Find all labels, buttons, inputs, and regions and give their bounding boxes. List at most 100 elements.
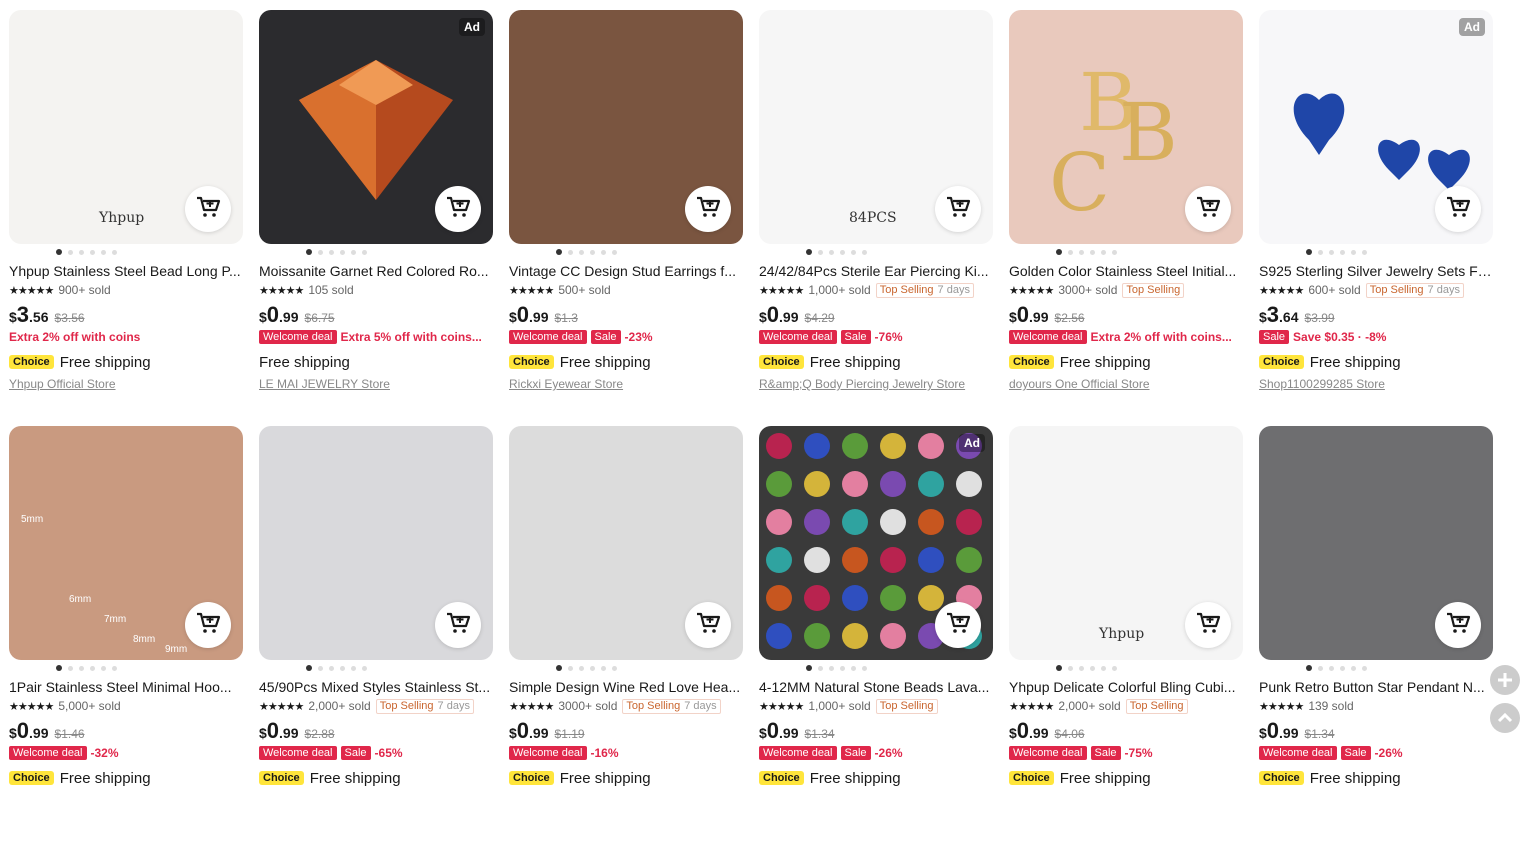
product-image[interactable] (259, 426, 493, 660)
plus-icon (1498, 673, 1512, 687)
back-to-top-button[interactable] (1490, 703, 1520, 733)
product-title[interactable]: S925 Sterling Silver Jewelry Sets Fo... (1259, 262, 1493, 280)
product-image[interactable] (509, 426, 743, 660)
add-float-button[interactable] (1490, 665, 1520, 695)
product-card[interactable]: Yhpup Yhpup Stainless Steel Bead Long P..… (9, 10, 243, 426)
sold-count: 1,000+ sold (808, 283, 871, 297)
sale-badge: Sale (1259, 330, 1290, 344)
price-row: $0.99 $4.29 (759, 302, 835, 327)
product-image[interactable]: Ad (1259, 10, 1493, 244)
product-title[interactable]: Yhpup Delicate Colorful Bling Cubi... (1009, 678, 1243, 696)
price-integer: 0 (1266, 718, 1280, 743)
cart-icon (195, 610, 221, 641)
product-title[interactable]: Vintage CC Design Stud Earrings f... (509, 262, 743, 280)
top-selling-badge: Top Selling (875, 698, 938, 714)
product-card[interactable]: B B C Golden Color Stainless Steel Initial.… (1009, 10, 1243, 426)
promo-text: Extra 2% off with coins... (1090, 330, 1232, 344)
shipping-text: Free shipping (1309, 769, 1401, 787)
add-to-cart-button[interactable] (435, 602, 481, 648)
add-to-cart-button[interactable] (935, 602, 981, 648)
top-selling-badge: Top Selling (1122, 282, 1185, 298)
store-link[interactable]: Shop1100299285 Store (1259, 377, 1493, 391)
promo-row: Welcome deal Sale -76% (759, 328, 993, 346)
product-title[interactable]: Simple Design Wine Red Love Hea... (509, 678, 743, 696)
price-integer: 0 (516, 718, 530, 743)
rating-row: ★★★★★ 105 sold (259, 282, 493, 298)
product-title[interactable]: 45/90Pcs Mixed Styles Stainless St... (259, 678, 493, 696)
product-title[interactable]: 4-12MM Natural Stone Beads Lava... (759, 678, 993, 696)
rating-row: ★★★★★ 900+ sold (9, 282, 243, 298)
sale-badge: Sale (590, 330, 621, 344)
price-cents: .99 (779, 309, 799, 325)
star-rating-icon: ★★★★★ (759, 700, 804, 713)
product-title[interactable]: Golden Color Stainless Steel Initial... (1009, 262, 1243, 280)
choice-badge: Choice (1009, 355, 1054, 369)
product-card[interactable]: 84PCS 24/42/84Pcs Sterile Ear Piercing Ki… (759, 10, 993, 426)
add-to-cart-button[interactable] (1435, 186, 1481, 232)
price-row: $0.99 $4.06 (1009, 718, 1085, 743)
shipping-text: Free shipping (1309, 353, 1401, 371)
promo-text: -76% (874, 330, 903, 344)
sold-count: 900+ sold (58, 283, 111, 297)
promo-text: Save $0.35 · -8% (1293, 330, 1387, 344)
add-to-cart-button[interactable] (435, 186, 481, 232)
add-to-cart-button[interactable] (685, 602, 731, 648)
add-to-cart-button[interactable] (1185, 602, 1231, 648)
sold-count: 105 sold (308, 283, 354, 297)
product-title[interactable]: Punk Retro Button Star Pendant N... (1259, 678, 1493, 696)
product-image[interactable]: Ad (259, 10, 493, 244)
store-link[interactable]: Yhpup Official Store (9, 377, 243, 391)
store-link[interactable]: Rickxi Eyewear Store (509, 377, 743, 391)
product-card[interactable]: Punk Retro Button Star Pendant N... ★★★★★… (1259, 426, 1493, 842)
product-card[interactable]: Ad Moissanite Garnet Red Colored Ro... ★★★… (259, 10, 493, 426)
rating-row: ★★★★★ 600+ sold Top Selling 7 days (1259, 282, 1493, 298)
shipping-text: Free shipping (309, 769, 401, 787)
star-rating-icon: ★★★★★ (259, 284, 304, 297)
product-card[interactable]: 5mm 6mm 7mm 8mm 9mm 1Pair Stainless Steel Min… (9, 426, 243, 842)
top-selling-badge: Top Selling (1125, 698, 1188, 714)
product-title[interactable]: Yhpup Stainless Steel Bead Long P... (9, 262, 243, 280)
product-title[interactable]: 24/42/84Pcs Sterile Ear Piercing Ki... (759, 262, 993, 280)
product-image[interactable]: Ad (759, 426, 993, 660)
promo-text: -65% (374, 746, 403, 760)
product-title[interactable]: 1Pair Stainless Steel Minimal Hoo... (9, 678, 243, 696)
product-card[interactable]: Ad S925 Sterling Silver Jewelry Sets Fo..… (1259, 10, 1493, 426)
product-image[interactable]: BBC (1009, 10, 1243, 244)
product-title[interactable]: Moissanite Garnet Red Colored Ro... (259, 262, 493, 280)
promo-text: -23% (624, 330, 653, 344)
product-image[interactable] (509, 10, 743, 244)
sale-badge: Sale (1090, 746, 1121, 760)
product-image[interactable]: 84PCS (759, 10, 993, 244)
sale-badge: Sale (1340, 746, 1371, 760)
add-to-cart-button[interactable] (935, 186, 981, 232)
promo-row: Extra 2% off with coins (9, 328, 243, 346)
shipping-text: Free shipping (1059, 353, 1151, 371)
sale-badge: Sale (340, 746, 371, 760)
promo-text: -26% (874, 746, 903, 760)
promo-text: -32% (90, 746, 119, 760)
product-image[interactable] (1259, 426, 1493, 660)
store-link[interactable]: R&amp;Q Body Piercing Jewelry Store (759, 377, 993, 391)
shipping-row: Choice Free shipping (509, 352, 743, 372)
product-image[interactable]: Yhpup (1009, 426, 1243, 660)
product-card[interactable]: Ad 4-12MM Natural Stone Beads Lava... ★★★★… (759, 426, 993, 842)
store-link[interactable]: LE MAI JEWELRY Store (259, 377, 493, 391)
price-cents: .99 (1279, 725, 1299, 741)
product-image[interactable]: 5mm 6mm 7mm 8mm 9mm (9, 426, 243, 660)
product-card[interactable]: Vintage CC Design Stud Earrings f... ★★★★… (509, 10, 743, 426)
product-card[interactable]: Yhpup Yhpup Delicate Colorful Bling Cubi.… (1009, 426, 1243, 842)
product-card[interactable]: 45/90Pcs Mixed Styles Stainless St... ★★★… (259, 426, 493, 842)
price-integer: 0 (516, 302, 530, 327)
add-to-cart-button[interactable] (185, 186, 231, 232)
product-card[interactable]: Simple Design Wine Red Love Hea... ★★★★★ 3… (509, 426, 743, 842)
cart-icon (195, 194, 221, 225)
store-link[interactable]: doyours One Official Store (1009, 377, 1243, 391)
original-price: $4.29 (804, 311, 835, 325)
add-to-cart-button[interactable] (1185, 186, 1231, 232)
shipping-row: Choice Free shipping (1009, 352, 1243, 372)
price-row: $0.99 $1.34 (1259, 718, 1335, 743)
product-image[interactable]: Yhpup (9, 10, 243, 244)
add-to-cart-button[interactable] (685, 186, 731, 232)
add-to-cart-button[interactable] (1435, 602, 1481, 648)
add-to-cart-button[interactable] (185, 602, 231, 648)
